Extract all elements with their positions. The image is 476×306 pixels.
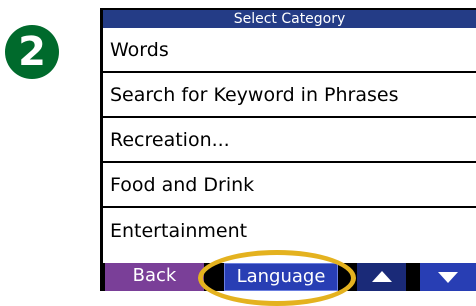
back-button[interactable]: Back	[105, 263, 204, 291]
list-item-search-keyword[interactable]: Search for Keyword in Phrases	[103, 73, 476, 118]
list-item-entertainment[interactable]: Entertainment	[103, 208, 476, 245]
language-button[interactable]: Language	[224, 263, 338, 291]
triangle-down-icon	[438, 272, 458, 283]
category-list: Words Search for Keyword in Phrases Recr…	[103, 28, 476, 245]
device-screen: Select Category Words Search for Keyword…	[103, 10, 476, 263]
scroll-up-button[interactable]	[357, 263, 406, 291]
list-item-recreation[interactable]: Recreation...	[103, 118, 476, 163]
bottom-toolbar: Back Language	[100, 263, 476, 291]
step-number-badge: 2	[5, 25, 59, 79]
list-item-words[interactable]: Words	[103, 28, 476, 73]
list-item-food-and-drink[interactable]: Food and Drink	[103, 163, 476, 208]
screen-title: Select Category	[103, 10, 476, 28]
triangle-up-icon	[371, 271, 392, 282]
scroll-down-button[interactable]	[420, 263, 476, 291]
